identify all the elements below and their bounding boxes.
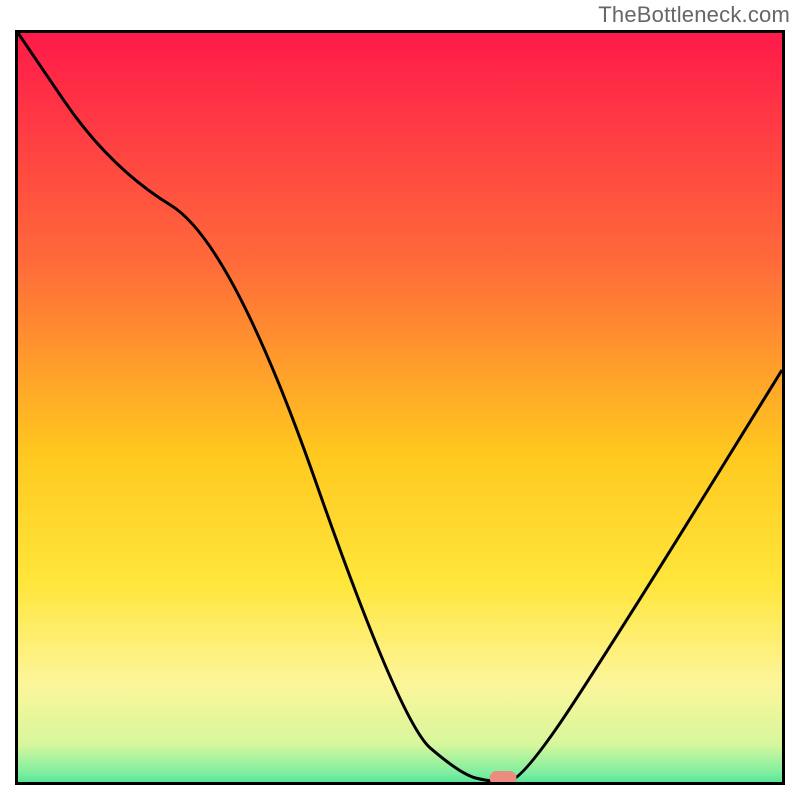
plot-area xyxy=(15,30,785,785)
highlight-marker xyxy=(490,771,517,785)
curve-layer xyxy=(18,33,782,782)
chart-container: TheBottleneck.com xyxy=(0,0,800,800)
bottleneck-curve-path xyxy=(18,33,782,782)
watermark-label: TheBottleneck.com xyxy=(598,2,790,28)
